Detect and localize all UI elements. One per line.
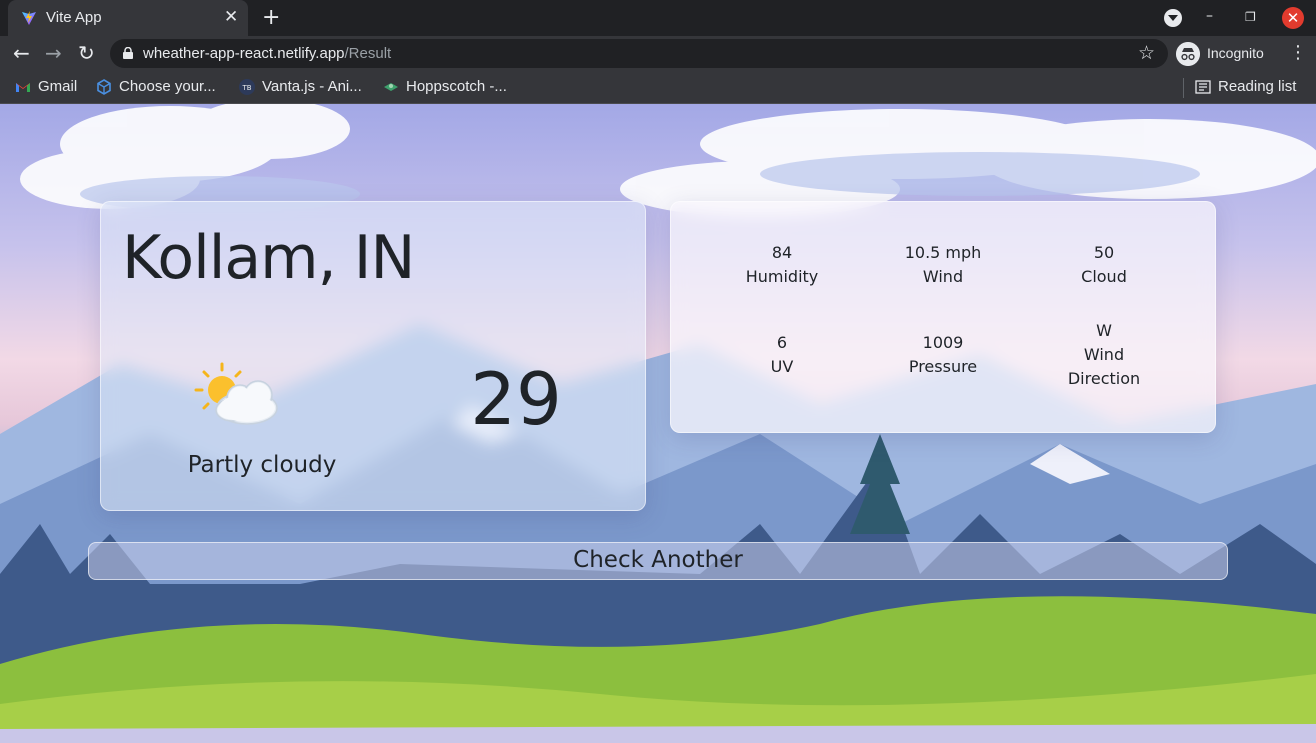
- reading-list-label: Reading list: [1218, 78, 1297, 95]
- stat-value: 6: [776, 333, 788, 352]
- bookmark-gmail[interactable]: Gmail: [15, 77, 85, 97]
- back-button[interactable]: ←: [13, 41, 30, 65]
- reading-list-button[interactable]: Reading list: [1195, 77, 1310, 97]
- incognito-icon: [1176, 42, 1200, 66]
- temperature: 29: [470, 357, 562, 441]
- stat-value: 50: [1093, 243, 1115, 262]
- stat-wind-direction: W Wind Direction: [1034, 319, 1174, 391]
- check-another-button[interactable]: Check Another: [88, 542, 1228, 580]
- bookmark-label: Vanta.js - Ani...: [262, 78, 362, 95]
- stat-label-line2: Direction: [1067, 369, 1141, 388]
- weather-condition: Partly cloudy: [187, 452, 337, 478]
- stat-value: 84: [771, 243, 793, 262]
- stat-pressure: 1009 Pressure: [873, 331, 1013, 379]
- browser-toolbar: ← → ↻ wheather-app-react.netlify.app/Res…: [0, 36, 1316, 71]
- hoppscotch-icon: [384, 83, 398, 91]
- stat-humidity: 84 Humidity: [712, 241, 852, 289]
- stat-label: Cloud: [1081, 267, 1127, 286]
- bookmark-label: Gmail: [38, 78, 78, 95]
- browser-tab[interactable]: Vite App ✕: [8, 0, 248, 36]
- browser-menu-icon[interactable]: ⋮: [1289, 42, 1307, 63]
- tab-search-icon[interactable]: [1164, 9, 1182, 27]
- address-bar[interactable]: wheather-app-react.netlify.app/Result ☆: [110, 39, 1168, 68]
- stat-value: W: [1096, 321, 1112, 340]
- weather-summary-card: Kollam, IN Partly cloudy 29: [100, 201, 646, 511]
- stat-label: Wind: [922, 267, 964, 286]
- reading-list-icon: [1195, 80, 1211, 94]
- bookmark-label: Hoppscotch -...: [406, 78, 507, 95]
- tab-strip: Vite App ✕ + – ❐ ✕: [0, 0, 1316, 36]
- new-tab-button[interactable]: +: [262, 5, 280, 30]
- stat-label: Pressure: [908, 357, 978, 376]
- bookmark-hoppscotch[interactable]: Hoppscotch -...: [383, 77, 518, 97]
- stat-label: Humidity: [745, 267, 819, 286]
- partly-cloudy-icon: [194, 362, 278, 425]
- vite-logo-icon: [22, 11, 36, 25]
- tb-icon: TB: [239, 79, 255, 95]
- tab-title: Vite App: [46, 9, 102, 26]
- maximize-button[interactable]: ❐: [1245, 10, 1256, 24]
- stat-label: UV: [770, 357, 794, 376]
- stat-cloud: 50 Cloud: [1034, 241, 1174, 289]
- incognito-indicator[interactable]: Incognito: [1174, 41, 1274, 67]
- tb-glyph: TB: [241, 84, 251, 92]
- reload-button[interactable]: ↻: [78, 41, 95, 65]
- forward-button[interactable]: →: [45, 41, 62, 65]
- url-path: /Result: [344, 45, 392, 62]
- tab-close-icon[interactable]: ✕: [224, 8, 238, 26]
- bookmark-star-icon[interactable]: ☆: [1138, 42, 1155, 64]
- incognito-label: Incognito: [1207, 45, 1264, 61]
- stat-uv: 6 UV: [712, 331, 852, 379]
- minimize-button[interactable]: –: [1206, 8, 1213, 24]
- weather-page: Kollam, IN Partly cloudy 29 84 Humidity …: [0, 104, 1316, 743]
- stat-wind: 10.5 mph Wind: [873, 241, 1013, 289]
- stat-label: Wind: [1083, 345, 1125, 364]
- url-text[interactable]: wheather-app-react.netlify.app/Result: [143, 45, 391, 62]
- weather-details-card: 84 Humidity 10.5 mph Wind 50 Cloud 6 UV …: [670, 201, 1216, 433]
- bookmarks-divider: [1183, 78, 1184, 98]
- url-host: wheather-app-react.netlify.app: [143, 45, 345, 62]
- cube-icon: [97, 79, 111, 95]
- bookmarks-bar: Gmail Choose your... TB Vanta.js - Ani..…: [0, 71, 1316, 104]
- bookmark-label: Choose your...: [119, 78, 216, 95]
- bookmark-vanta[interactable]: TB Vanta.js - Ani...: [239, 77, 371, 97]
- stat-value: 1009: [922, 333, 964, 352]
- lock-icon[interactable]: [123, 47, 133, 59]
- gmail-icon: [16, 83, 30, 92]
- bookmark-choose-your[interactable]: Choose your...: [96, 77, 226, 97]
- stat-value: 10.5 mph: [904, 243, 982, 262]
- city-name: Kollam, IN: [122, 223, 415, 293]
- window-close-button[interactable]: ✕: [1282, 7, 1304, 29]
